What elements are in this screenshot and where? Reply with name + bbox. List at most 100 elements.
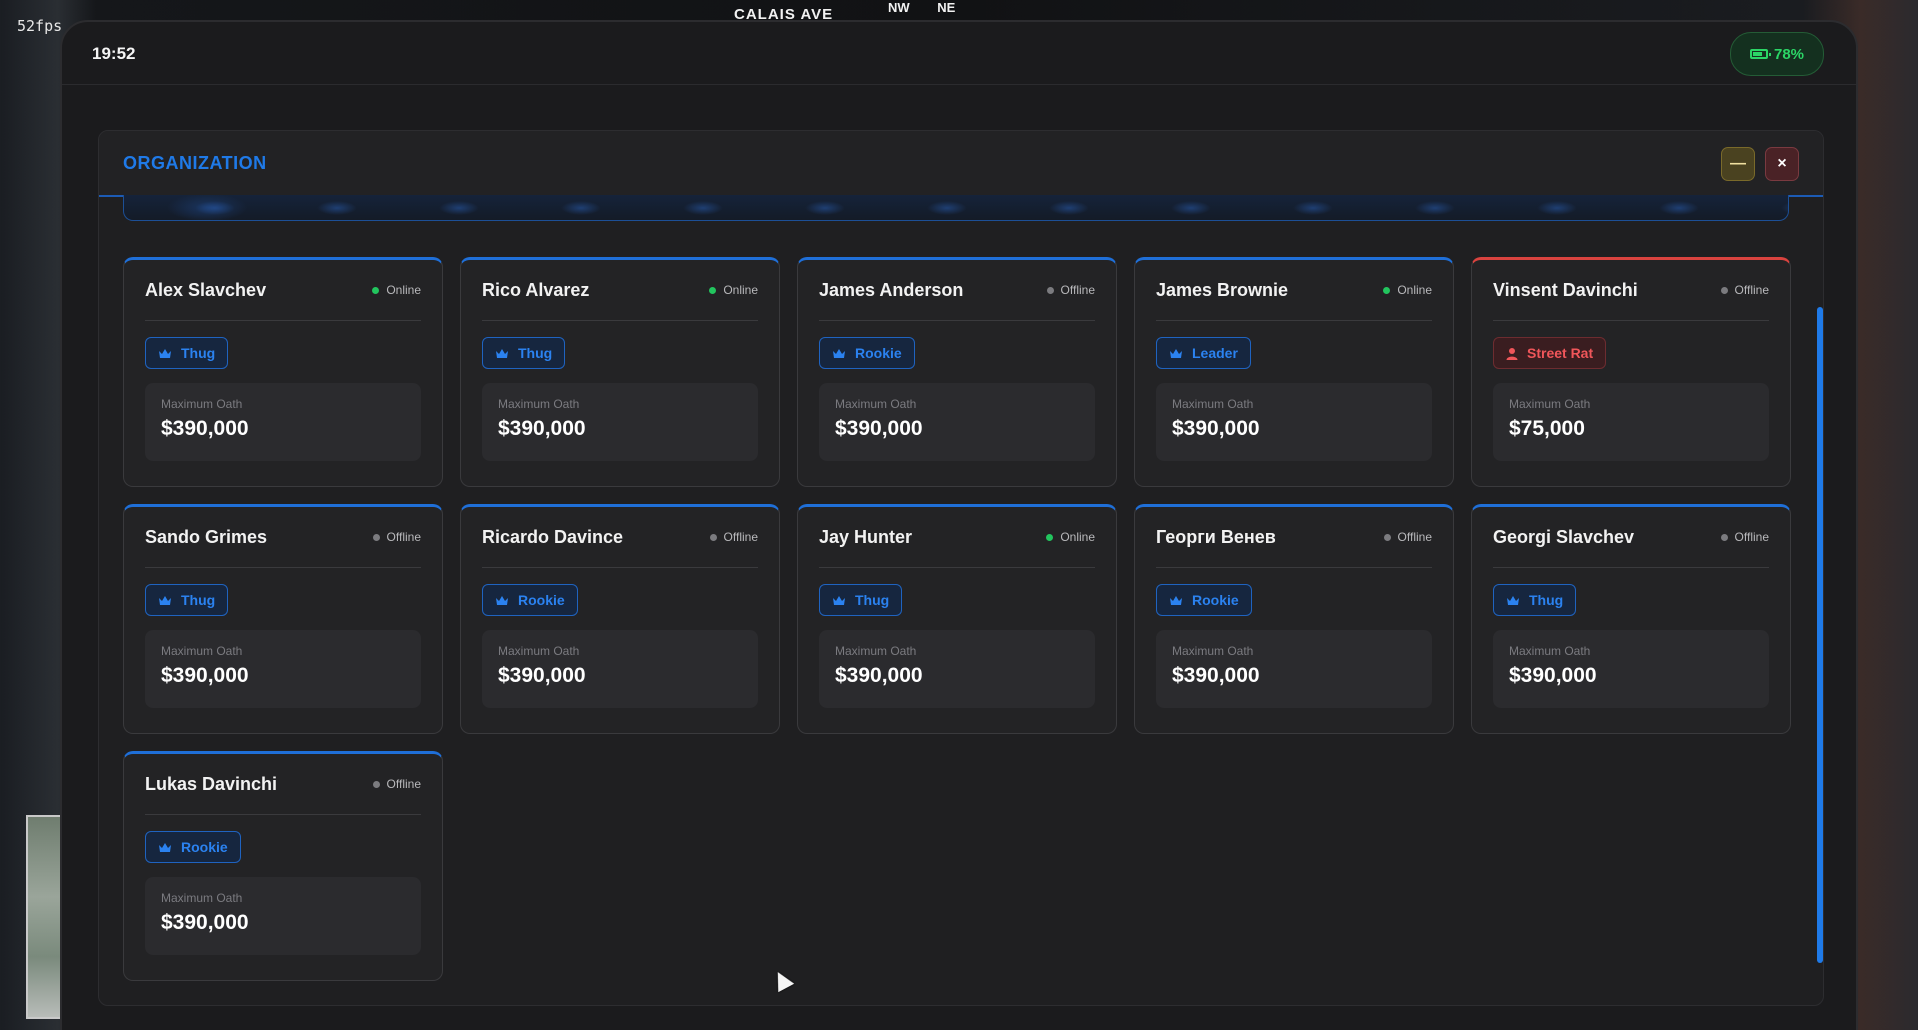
max-oath-box: Maximum Oath $390,000 [1156,630,1432,708]
crown-icon [158,842,172,853]
member-name: Vinsent Davinchi [1493,279,1638,300]
max-oath-box: Maximum Oath $390,000 [145,383,421,461]
status-dot-icon [372,286,380,294]
status-dot-icon [709,286,717,294]
rank-badge: Street Rat [1493,337,1607,369]
status-indicator: Online [1046,530,1095,544]
crown-icon [1169,348,1183,359]
member-card[interactable]: Georgi Slavchev Offline Thug Maximum Oath $3… [1471,504,1791,734]
oath-label: Maximum Oath [835,644,917,658]
rank-label: Leader [1192,345,1238,361]
oath-label: Maximum Oath [498,644,580,658]
member-card-header: Alex Slavchev Online [145,260,421,321]
status-indicator: Offline [709,530,758,544]
oath-label: Maximum Oath [1509,644,1591,658]
oath-label: Maximum Oath [1172,397,1254,411]
oath-value: $390,000 [835,664,923,687]
window-title: ORGANIZATION [123,153,267,173]
status-label: Online [1397,283,1432,297]
status-label: Offline [1734,530,1769,544]
member-card[interactable]: Ricardo Davince Offline Rookie Maximum Oath… [460,504,780,734]
battery-percent: 78% [1773,45,1805,63]
oath-value: $390,000 [161,664,249,687]
member-card[interactable]: Lukas Davinchi Offline Rookie Maximum Oath $… [123,751,443,981]
tablet-frame: 19:52 78% ORGANIZATION — × Alex Slavchev… [60,20,1858,1030]
member-card-header: Lukas Davinchi Offline [145,754,421,815]
member-card[interactable]: Георги Венев Offline Rookie Maximum Oath $39… [1134,504,1454,734]
status-label: Offline [1060,283,1095,297]
member-card-header: James Anderson Offline [819,260,1095,321]
member-card-header: Rico Alvarez Online [482,260,758,321]
status-label: Online [723,283,758,297]
status-dot-icon [372,780,380,788]
status-label: Offline [1397,530,1432,544]
member-name: Rico Alvarez [482,279,590,300]
member-name: Georgi Slavchev [1493,526,1635,547]
minimize-icon: — [1730,155,1746,172]
member-card[interactable]: Alex Slavchev Online Thug Maximum Oath $390,… [123,257,443,487]
member-name: Alex Slavchev [145,279,267,300]
crown-icon [158,595,172,606]
status-indicator: Online [372,283,421,297]
oath-value: $390,000 [498,417,586,440]
max-oath-box: Maximum Oath $390,000 [482,383,758,461]
member-card[interactable]: Vinsent Davinchi Offline Street Rat Maximum… [1471,257,1791,487]
oath-value: $390,000 [835,417,923,440]
rank-label: Thug [1529,592,1564,608]
compass: NW NE [888,0,979,15]
oath-label: Maximum Oath [835,397,917,411]
crown-icon [1169,595,1183,606]
crown-icon [832,348,846,359]
minimize-button[interactable]: — [1721,147,1755,181]
crown-icon [495,595,509,606]
max-oath-box: Maximum Oath $390,000 [482,630,758,708]
status-dot-icon [1383,286,1391,294]
rank-label: Thug [181,592,216,608]
compass-nw: NW [888,0,910,15]
scrollbar-thumb[interactable] [1817,307,1823,963]
status-dot-icon [1720,533,1728,541]
member-name: Ricardo Davince [482,526,624,547]
member-card[interactable]: Sando Grimes Offline Thug Maximum Oath $390,… [123,504,443,734]
oath-value: $390,000 [498,664,586,687]
clock: 19:52 [92,44,136,63]
status-indicator: Offline [372,777,421,791]
status-indicator: Offline [1046,283,1095,297]
rank-badge: Rookie [145,831,241,863]
member-card[interactable]: Rico Alvarez Online Thug Maximum Oath $390,0… [460,257,780,487]
member-card[interactable]: James Anderson Offline Rookie Maximum Oath $… [797,257,1117,487]
member-card[interactable]: Jay Hunter Online Thug Maximum Oath $390,000 [797,504,1117,734]
member-card-header: James Brownie Online [1156,260,1432,321]
close-button[interactable]: × [1765,147,1799,181]
max-oath-box: Maximum Oath $390,000 [1493,630,1769,708]
member-name: James Brownie [1156,279,1289,300]
status-dot-icon [1046,286,1054,294]
status-bar: 19:52 78% [62,22,1856,85]
oath-value: $390,000 [1509,664,1597,687]
oath-value: $75,000 [1509,417,1585,440]
status-label: Offline [723,530,758,544]
status-label: Offline [386,530,421,544]
status-dot-icon [1720,286,1728,294]
crown-icon [158,348,172,359]
rank-label: Rookie [518,592,565,608]
rank-label: Thug [518,345,553,361]
crown-icon [495,348,509,359]
rank-badge: Leader [1156,337,1251,369]
status-indicator: Online [709,283,758,297]
rank-label: Street Rat [1527,345,1594,361]
status-indicator: Online [1383,283,1432,297]
status-dot-icon [372,533,380,541]
minimap [26,815,64,1019]
status-indicator: Offline [1720,530,1769,544]
member-card[interactable]: James Brownie Online Leader Maximum Oath $39… [1134,257,1454,487]
rank-badge: Thug [145,337,229,369]
scrollbar[interactable] [1817,223,1823,1005]
max-oath-box: Maximum Oath $390,000 [145,877,421,955]
oath-value: $390,000 [1172,664,1260,687]
rank-label: Rookie [855,345,902,361]
oath-label: Maximum Oath [498,397,580,411]
oath-value: $390,000 [161,911,249,934]
member-name: Георги Венев [1156,526,1276,547]
oath-label: Maximum Oath [1509,397,1591,411]
